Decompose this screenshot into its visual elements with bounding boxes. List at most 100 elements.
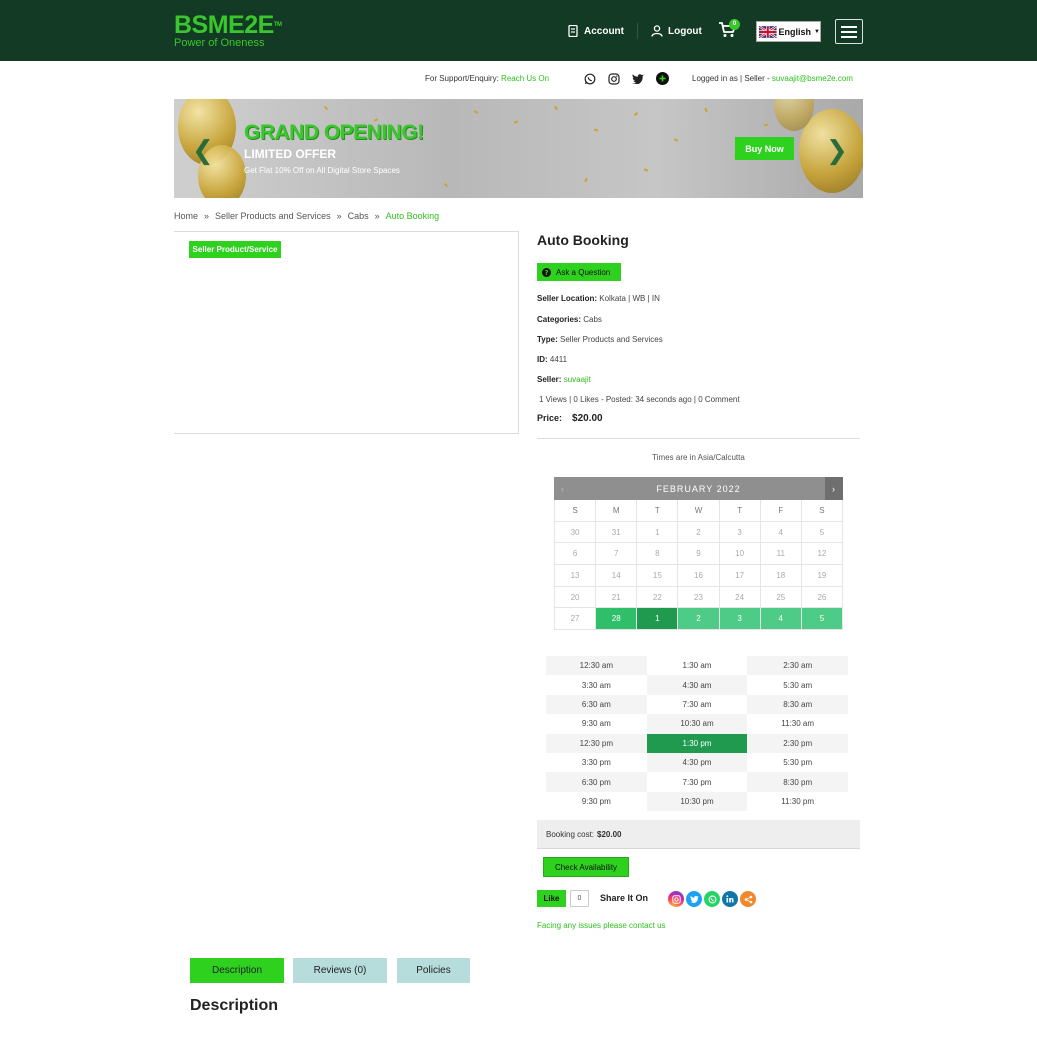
calendar-day[interactable]: 5 [801,608,843,631]
product-image-area [174,231,519,434]
time-slot[interactable]: 6:30 pm [546,772,647,792]
breadcrumb-cabs[interactable]: Cabs [348,211,369,221]
time-slot[interactable]: 10:30 pm [646,791,748,812]
tab-description[interactable]: Description [190,958,284,983]
buy-now-button[interactable]: Buy Now [735,137,794,160]
instagram-share-icon[interactable] [668,891,684,907]
calendar-day[interactable]: 3 [719,608,761,631]
time-slot[interactable]: 1:30 pm [646,733,748,753]
time-slot[interactable]: 7:30 pm [646,772,748,792]
like-button[interactable]: Like [537,890,566,907]
logo-text: BSME2E [174,11,274,39]
booking-calendar: ‹ FEBRUARY 2022 › S M T W T F S 30 31 1 2 3 4 5 6 7 8 9 10… [554,477,843,631]
banner-next-arrow[interactable]: ❯ [826,135,848,166]
weekday-header: W [678,500,720,522]
time-slot-grid: 12:30 am 1:30 am 2:30 am 3:30 am 4:30 am 5:30… [546,656,848,812]
breadcrumb-separator: » [374,211,380,221]
breadcrumb-current: Auto Booking [385,211,440,221]
time-slot[interactable]: 11:30 pm [747,791,848,812]
weekday-header: T [637,500,679,522]
calendar-prev-button[interactable]: ‹ [554,477,572,500]
menu-toggle-button[interactable] [835,19,863,44]
question-circle-icon: ? [542,267,551,277]
calendar-grid: S M T W T F S 30 31 1 2 3 4 5 6 7 8 9 10 11 12 13 14 15 16 17 18 19… [554,500,843,631]
logout-link[interactable]: Logout [651,20,702,42]
calendar-header: ‹ FEBRUARY 2022 › [554,477,843,500]
time-slot[interactable]: 2:30 am [747,656,848,676]
time-slot[interactable]: 9:30 am [546,714,647,734]
product-title: Auto Booking [537,232,629,248]
confetti [763,123,769,127]
contact-us-link[interactable]: Facing any issues please contact us [537,921,666,930]
product-price: Price: $20.00 [537,413,603,424]
hamburger-icon-bar [841,35,857,38]
cart-button[interactable]: 0 [718,19,740,40]
calendar-day: 18 [760,565,802,587]
whatsapp-icon[interactable] [584,73,596,85]
time-slot[interactable]: 5:30 am [747,675,848,695]
breadcrumb-home[interactable]: Home [174,211,198,221]
calendar-month: FEBRUARY 2022 [656,483,741,494]
calendar-next-button[interactable]: › [825,477,843,500]
instagram-icon[interactable] [608,72,620,85]
time-slot[interactable]: 12:30 pm [546,733,647,753]
calendar-day: 10 [719,543,761,566]
calendar-day: 21 [596,586,638,609]
time-slot[interactable]: 2:30 pm [747,733,848,753]
time-slot[interactable]: 1:30 am [646,656,748,676]
breadcrumb-seller-products[interactable]: Seller Products and Services [215,211,331,221]
language-select[interactable]: English ▼ [756,21,821,42]
time-slot[interactable]: 7:30 am [646,694,748,715]
confetti [673,138,679,142]
time-slot[interactable]: 6:30 am [546,694,647,715]
confetti [584,177,588,183]
calendar-day[interactable]: 4 [760,608,802,631]
whatsapp-share-icon[interactable] [704,891,720,907]
time-slot[interactable]: 8:30 pm [747,772,848,792]
time-slot[interactable]: 3:30 pm [546,752,647,773]
ask-question-button[interactable]: ? Ask a Question [537,263,621,281]
calendar-day[interactable]: 28 [596,608,638,631]
site-logo[interactable]: BSME2ETM Power of Oneness [174,11,282,49]
top-navbar [0,0,1037,61]
time-slot[interactable]: 4:30 am [646,675,748,695]
share-more-icon[interactable] [740,891,756,907]
calendar-day: 31 [596,521,638,544]
logout-label: Logout [668,25,702,37]
calendar-day[interactable]: 2 [678,608,720,631]
seller-location: Seller Location: Kolkata | WB | IN [537,294,660,303]
time-slot[interactable]: 4:30 pm [646,752,748,773]
check-availability-button[interactable]: Check Availability [543,857,629,877]
twitter-icon[interactable] [632,73,644,84]
calendar-day: 7 [596,543,638,566]
calendar-day: 15 [637,565,679,587]
calendar-day: 6 [555,543,597,566]
time-slot[interactable]: 12:30 am [546,656,647,676]
banner-prev-arrow[interactable]: ❮ [192,135,214,166]
calendar-day[interactable]: 1 [637,608,679,631]
product-categories: Categories: Cabs [537,315,602,324]
time-slot[interactable]: 10:30 am [646,714,748,734]
twitter-share-icon[interactable] [686,891,702,907]
reach-us-link[interactable]: Reach Us On [501,74,549,83]
tab-policies[interactable]: Policies [397,958,470,983]
tab-reviews[interactable]: Reviews (0) [293,958,387,983]
time-slot[interactable]: 5:30 pm [747,752,848,773]
time-slot[interactable]: 9:30 pm [546,791,647,812]
user-email-link[interactable]: suvaajit@bsme2e.com [772,74,853,83]
weekday-header: S [801,500,843,522]
account-link[interactable]: Account [568,20,624,42]
linkedin-share-icon[interactable] [722,891,738,907]
breadcrumb: Home » Seller Products and Services » Cabs » A… [174,211,439,221]
time-slot[interactable]: 8:30 am [747,694,848,715]
plus-circle-icon[interactable] [656,72,669,85]
time-slot[interactable]: 11:30 am [747,714,848,734]
calendar-day: 16 [678,565,720,587]
support-text: For Support/Enquiry: Reach Us On [425,74,550,83]
time-slot[interactable]: 3:30 am [546,675,647,695]
product-type-badge: Seller Product/Service [189,241,281,258]
seller-link[interactable]: suvaajit [564,375,591,384]
calendar-day: 3 [719,521,761,544]
timezone-note: Times are in Asia/Calcutta [652,453,745,462]
calendar-day: 8 [637,543,679,566]
